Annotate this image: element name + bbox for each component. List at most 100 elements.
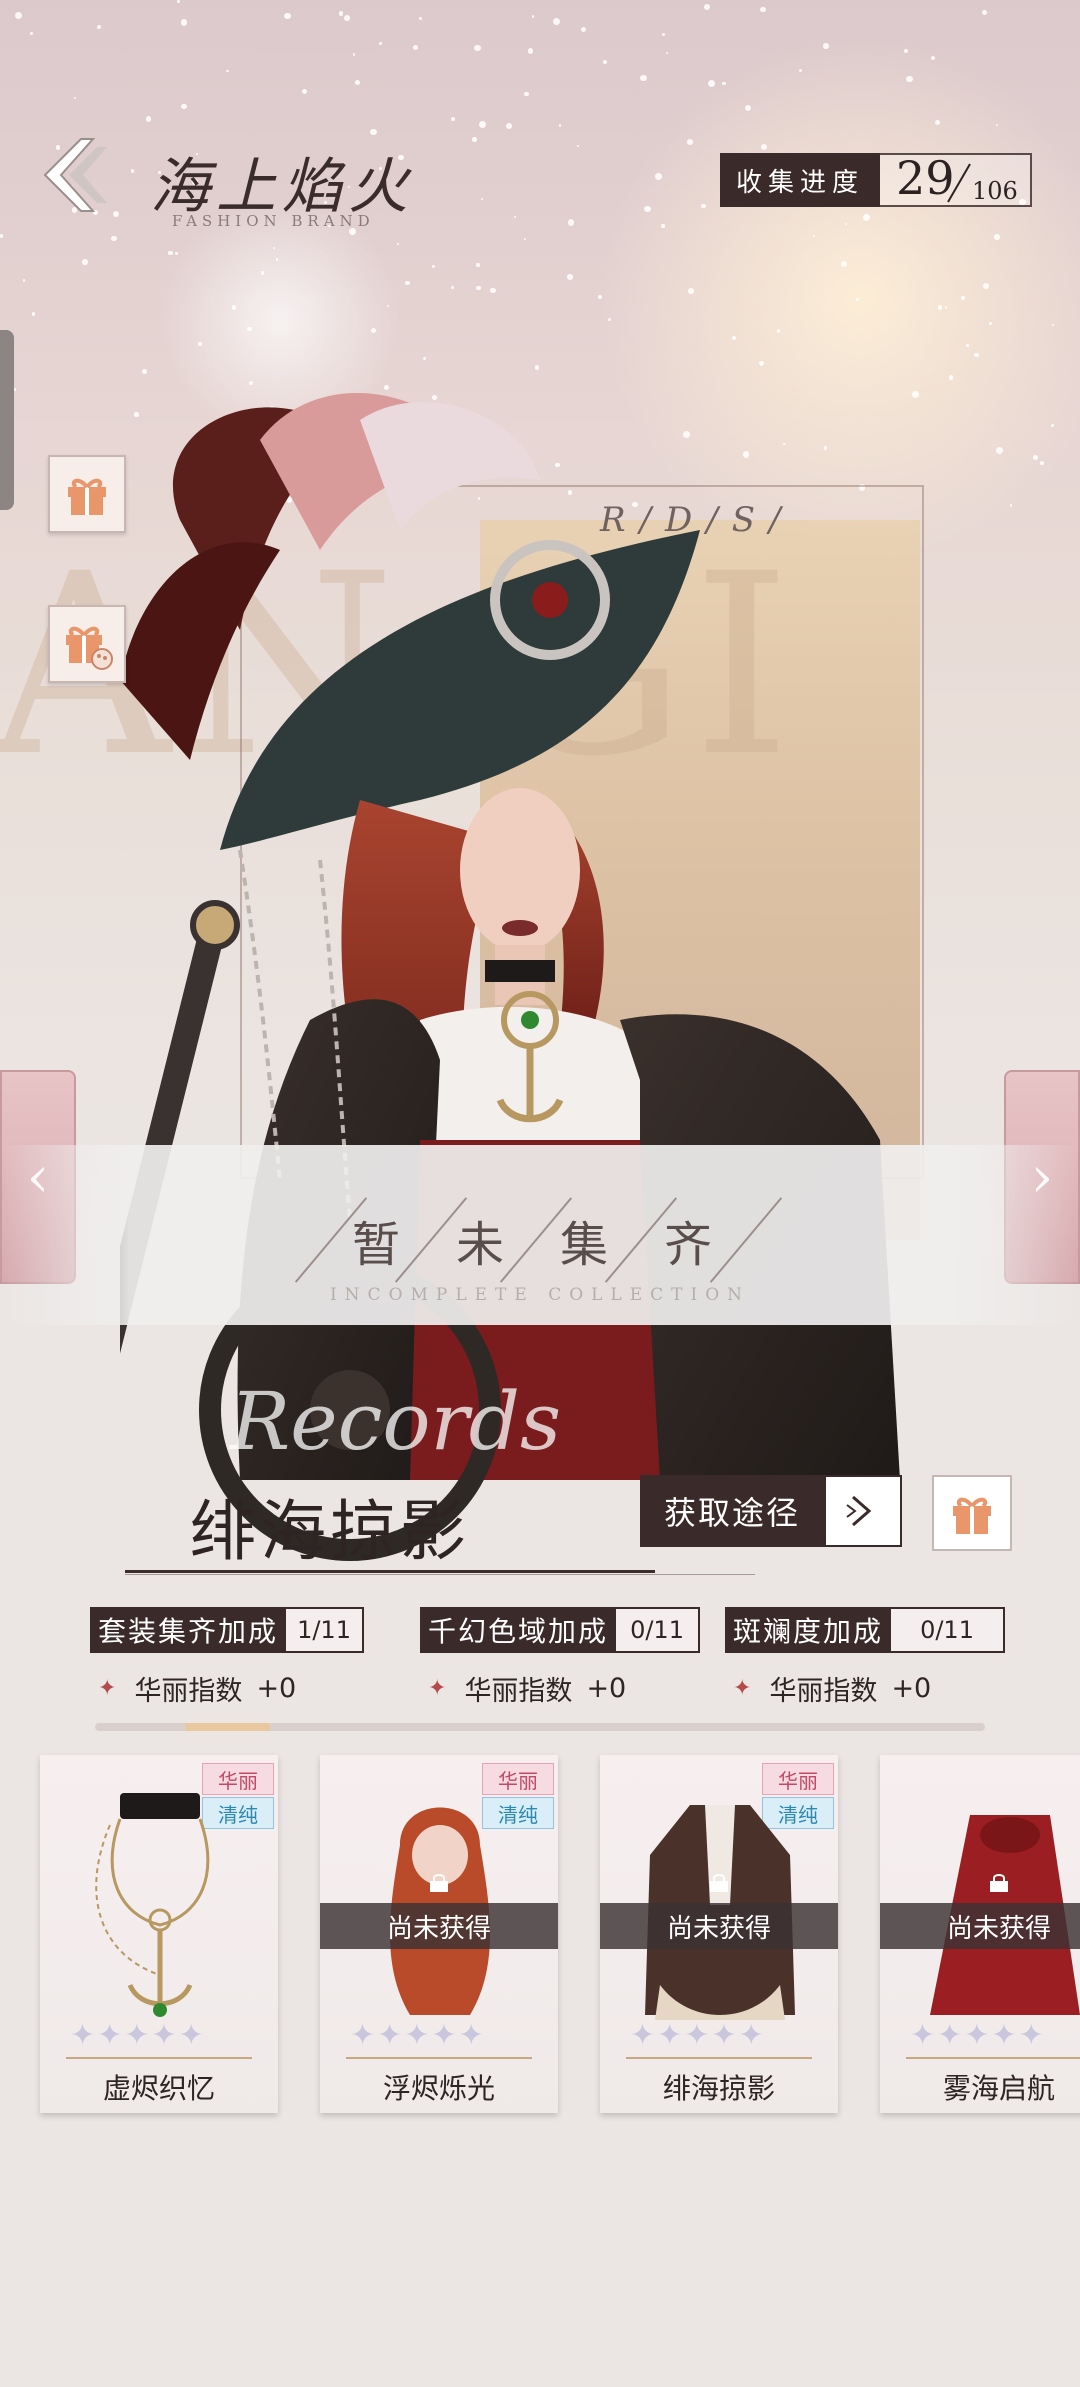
sparkle: [168, 251, 173, 256]
back-button[interactable]: [36, 130, 126, 220]
card-divider: [346, 2057, 532, 2059]
item-name: 绯海掠影: [662, 2072, 775, 2105]
sparkle: [141, 368, 147, 374]
not-obtained-label: 尚未获得: [600, 1903, 838, 1949]
sparkle: [231, 304, 237, 310]
item-card[interactable]: 华丽 清纯 ✦ ✦ ✦ ✦ ✦ 虚烬织忆: [40, 1755, 278, 2113]
bonus-stat-name: 华丽指数: [769, 1676, 878, 1707]
sparkle: [386, 304, 389, 307]
sparkle: [370, 327, 376, 333]
sparkle: [745, 104, 751, 111]
star-icon: ✦: [910, 2018, 936, 2053]
item-card[interactable]: 华丽 清纯 尚未获得 ✦ ✦ ✦ ✦ ✦ 浮烬烁光: [320, 1755, 558, 2113]
card-divider: [66, 2057, 252, 2059]
stat-star-icon: ✦: [428, 1676, 447, 1701]
gift-button[interactable]: [48, 455, 126, 533]
bonus-vibrancy: 斑斓度加成 0/11 ✦ 华丽指数 +0: [725, 1607, 1006, 1708]
star-icon: ✦: [937, 2018, 963, 2053]
sparkle: [722, 82, 726, 86]
palette-gift-icon: [66, 626, 113, 670]
star-icon: ✦: [350, 2018, 376, 2053]
sparkle: [534, 365, 540, 370]
item-card[interactable]: 华丽 清纯 尚未获得 ✦ ✦ ✦ ✦ ✦ 绯海掠影: [600, 1755, 838, 2113]
star-icon: ✦: [70, 2018, 96, 2053]
card-divider: [626, 2057, 812, 2059]
sparkle: [553, 18, 560, 26]
bonus-color-range: 千幻色域加成 0/11 ✦ 华丽指数 +0: [420, 1607, 701, 1708]
sparkle: [841, 261, 847, 267]
sparkle: [966, 344, 969, 347]
item-name: 浮烬烁光: [382, 2072, 495, 2105]
star-icon: ✦: [964, 2018, 990, 2053]
sparkle: [181, 104, 187, 110]
progress-label: 收集进度: [720, 153, 881, 207]
double-chevron-right-icon: [846, 1495, 872, 1527]
necklace-item-image: [95, 1793, 210, 2017]
sparkle: [989, 322, 993, 325]
bonus-stat-value: +0: [256, 1673, 297, 1704]
sparkle: [982, 10, 987, 15]
star-rating: ✦ ✦ ✦ ✦ ✦: [70, 2021, 204, 2051]
sparkle: [226, 69, 229, 73]
sparkle: [930, 55, 935, 60]
sparkle: [558, 124, 562, 127]
records-script-text: Records: [230, 1375, 562, 1468]
star-icon: ✦: [738, 2018, 764, 2053]
sparkle: [379, 42, 382, 45]
sparkle: [523, 91, 529, 97]
bonus-stat-name: 华丽指数: [464, 1676, 573, 1707]
sparkle: [352, 53, 356, 56]
item-name: 雾海启航: [942, 2072, 1055, 2105]
star-icon: ✦: [124, 2018, 150, 2053]
sparkle: [934, 119, 941, 125]
sparkle: [598, 294, 602, 299]
scrollbar-thumb[interactable]: [185, 1723, 270, 1731]
bonus-label: 斑斓度加成: [725, 1607, 892, 1653]
sparkle: [654, 173, 662, 181]
star-icon: ✦: [431, 2018, 457, 2053]
sparkle: [176, 0, 180, 4]
suit-gift-button[interactable]: [932, 1475, 1012, 1551]
star-icon: ✦: [711, 2018, 737, 2053]
sparkle: [370, 128, 377, 136]
sparkle: [813, 234, 816, 237]
sparkle: [937, 305, 943, 310]
banner-subtitle: INCOMPLETE COLLECTION: [329, 1285, 751, 1305]
item-name: 虚烬织忆: [102, 2072, 215, 2105]
not-obtained-label: 尚未获得: [880, 1903, 1080, 1949]
sparkle: [607, 317, 612, 321]
progress-value-box: 29 106: [880, 151, 1033, 207]
acquire-label: 获取途径: [640, 1475, 825, 1547]
star-icon: ✦: [630, 2018, 656, 2053]
sparkle: [798, 68, 802, 72]
side-drawer-handle[interactable]: [0, 330, 14, 510]
sparkle: [567, 219, 575, 226]
star-icon: ✦: [657, 2018, 683, 2053]
star-icon: ✦: [1018, 2018, 1044, 2053]
card-divider: [906, 2057, 1080, 2059]
bonus-count: 0/11: [891, 1607, 1006, 1653]
sparkle: [948, 375, 953, 380]
sparkle: [423, 356, 427, 360]
sparkle: [904, 48, 908, 53]
sparkle: [661, 224, 665, 228]
item-card[interactable]: 华丽 清纯 尚未获得 ✦ ✦ ✦ ✦ ✦ 雾海启航: [880, 1755, 1080, 2113]
bonus-stat-value: +0: [891, 1673, 932, 1704]
acquire-method-button[interactable]: 获取途径: [640, 1475, 903, 1547]
dye-gift-button[interactable]: [48, 605, 126, 683]
sparkle: [993, 233, 1000, 240]
sparkle: [479, 120, 486, 128]
sparkle: [476, 285, 481, 291]
sparkle: [666, 51, 669, 54]
sparkle: [396, 242, 399, 246]
star-icon: ✦: [458, 2018, 484, 2053]
sparkle: [175, 252, 178, 255]
sparkle: [355, 79, 360, 85]
sparkle: [944, 306, 948, 309]
cards-scrollbar[interactable]: [95, 1723, 985, 1731]
sparkle: [760, 143, 767, 150]
bonus-stat-value: +0: [586, 1673, 627, 1704]
bonus-count: 0/11: [616, 1607, 701, 1653]
sparkle: [974, 352, 979, 357]
bonus-set-complete: 套装集齐加成 1/11 ✦ 华丽指数 +0: [90, 1607, 365, 1708]
